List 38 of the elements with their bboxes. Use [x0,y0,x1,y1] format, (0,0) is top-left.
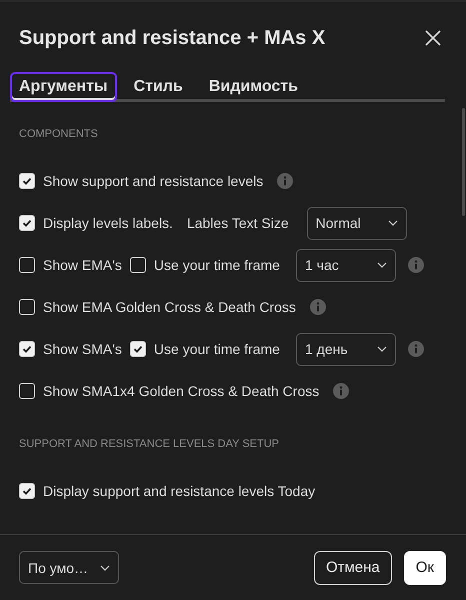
close-icon[interactable] [424,29,442,47]
check-icon [21,217,33,229]
checkbox[interactable]: Show SMA's [19,341,122,357]
info-icon[interactable] [277,173,294,189]
check-icon [132,343,144,355]
scrollbar[interactable] [462,108,465,216]
tab[interactable]: Аргументы [10,72,117,102]
checkbox[interactable]: Show EMA Golden Cross & Death Cross [19,299,296,315]
checkbox[interactable]: Show SMA1x4 Golden Cross & Death Cross [19,383,320,399]
checkbox[interactable]: Show support and resistance levels [19,173,264,189]
dropdown[interactable]: 1 день [296,332,396,366]
section-heading: SUPPORT AND RESISTANCE LEVELS DAY SETUP [19,438,280,452]
checkbox[interactable]: Display levels labels. [19,215,173,231]
caret-icon [388,220,398,226]
checkbox[interactable]: Use your time frame [130,341,280,357]
section-heading: COMPONENTS [19,128,99,142]
checkbox[interactable]: Use your time frame [130,257,280,273]
info-icon[interactable] [408,257,424,273]
dropdown[interactable]: 1 час [296,248,396,282]
check-icon [21,343,33,355]
info-icon[interactable] [408,341,424,357]
tab[interactable]: Видимость [200,72,307,102]
info-icon[interactable] [333,383,350,399]
check-icon [21,175,33,187]
ok-button[interactable]: Ок [404,550,446,584]
dialog-title: Support and resistance + MAs X [19,26,326,50]
dropdown[interactable]: Normal [306,206,407,240]
caret-icon [100,564,110,570]
checkbox[interactable]: Show EMA's [19,257,122,273]
caret-icon [376,346,387,352]
check-icon [21,485,33,497]
info-icon[interactable] [310,299,326,315]
checkbox[interactable]: Display support and resistance levels Today [19,483,316,499]
field-label: Lables Text Size [186,215,289,231]
tab[interactable]: Стиль [124,72,192,102]
preset-dropdown[interactable]: По умо… [19,551,119,584]
caret-icon [376,262,387,268]
cancel-button[interactable]: Отмена [314,550,392,584]
